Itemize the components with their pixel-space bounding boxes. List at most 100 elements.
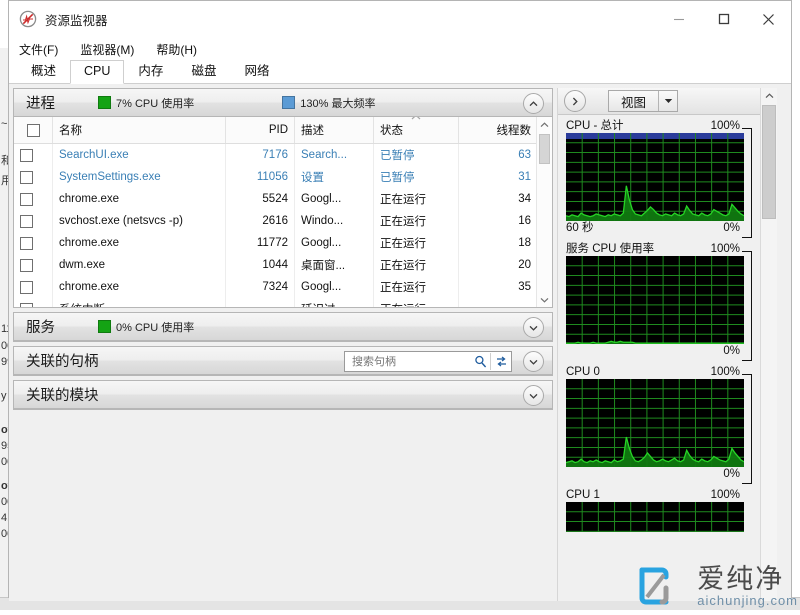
magnifier-icon[interactable] (470, 353, 490, 370)
max-frequency-legend-label: 130% 最大频率 (300, 97, 376, 110)
close-button[interactable] (746, 1, 791, 37)
handles-header[interactable]: 关联的句柄 (14, 347, 552, 375)
background-text-fragment: ~ (1, 118, 8, 130)
table-row[interactable]: dwm.exe 1044 桌面窗... 正在运行 20 0 0.35 (14, 254, 552, 276)
graph-column: 视图 CPU - 总计 100% 60 秒 0% 服务 CPU 使用率 100%… (557, 88, 760, 601)
scrollbar-thumb[interactable] (539, 134, 550, 164)
tab-cpu[interactable]: CPU (70, 60, 125, 84)
cell-pid: 5524 (225, 188, 295, 210)
cell-description: 延迟过... (294, 298, 374, 307)
maximize-button[interactable] (701, 1, 746, 37)
cell-state: 正在运行 (373, 254, 459, 276)
cell-threads: 31 (458, 166, 538, 188)
services-panel: 服务 0% CPU 使用率 (13, 312, 553, 342)
column-header-state[interactable]: 状态 (373, 117, 459, 144)
row-checkbox[interactable] (20, 170, 33, 184)
window-title: 资源监视器 (45, 13, 108, 28)
graph-cpu-1-plot (566, 502, 744, 532)
graph-cpu-total-footer: 60 秒 0% (566, 221, 756, 235)
row-checkbox[interactable] (20, 148, 33, 162)
row-checkbox[interactable] (20, 236, 33, 250)
processes-collapse-button[interactable] (523, 93, 544, 114)
select-all-checkbox[interactable] (26, 123, 40, 137)
column-header-threads[interactable]: 线程数 (458, 117, 538, 144)
search-input[interactable] (350, 354, 470, 369)
graph-cpu-total-labels: CPU - 总计 100% (566, 119, 756, 133)
scroll-up-icon[interactable] (537, 117, 552, 132)
cell-description: 桌面窗... (294, 254, 374, 276)
tab-bar: 概述 CPU 内存 磁盘 网络 (9, 60, 791, 84)
tab-network[interactable]: 网络 (230, 60, 283, 83)
view-dropdown-button[interactable]: 视图 (608, 90, 679, 112)
graph-services-cpu-plot (566, 256, 744, 344)
chevron-right-icon[interactable] (564, 90, 586, 112)
graph-services-cpu: 服务 CPU 使用率 100% 0% (566, 242, 756, 361)
minimize-button[interactable] (656, 1, 701, 37)
menu-monitor[interactable]: 监视器(M) (80, 41, 134, 58)
table-row[interactable]: chrome.exe 11772 Googl... 正在运行 18 0 0.42 (14, 232, 552, 254)
processes-header[interactable]: 进程 7% CPU 使用率 130% 最大频率 (14, 89, 552, 117)
cell-description: 设置 (294, 166, 374, 188)
column-header-pid[interactable]: PID (225, 117, 295, 144)
select-all-header[interactable] (14, 117, 53, 144)
cell-name: 系统中断 (52, 298, 226, 307)
cell-description: Windo... (294, 210, 374, 232)
handles-panel: 关联的句柄 (13, 346, 553, 376)
axis-brace (742, 251, 752, 361)
axis-brace (742, 128, 752, 238)
graph-cpu-1-title: CPU 1 (566, 489, 600, 501)
services-header[interactable]: 服务 0% CPU 使用率 (14, 313, 552, 341)
blue-swatch-icon (282, 96, 296, 109)
graph-cpu-1-ymax: 100% (710, 489, 740, 501)
modules-expand-button[interactable] (523, 385, 544, 406)
row-checkbox[interactable] (20, 192, 33, 206)
menu-bar: 文件(F) 监视器(M) 帮助(H) (9, 38, 791, 60)
scroll-down-icon[interactable] (537, 292, 552, 307)
table-row[interactable]: chrome.exe 7324 Googl... 正在运行 35 0 0.35 (14, 276, 552, 298)
cell-name: SystemSettings.exe (52, 166, 226, 188)
processes-table-area: 名称 PID 描述 状态 线程数 CPU (14, 117, 552, 307)
graph-cpu-0: CPU 0 100% 0% (566, 365, 756, 484)
graph-cpu-0-ymin: 0% (723, 468, 740, 480)
graph-cpu-total-ymax: 100% (710, 120, 740, 132)
caret-down-icon[interactable] (658, 91, 677, 111)
row-checkbox[interactable] (20, 214, 33, 228)
column-header-name[interactable]: 名称 (52, 117, 226, 144)
graph-services-cpu-ymax: 100% (710, 243, 740, 255)
title-bar[interactable]: 资源监视器 (9, 1, 791, 38)
table-row[interactable]: 系统中断 - 延迟过... 正在运行 - 0 0.26 (14, 298, 552, 307)
graph-cpu-total-ymin: 0% (723, 222, 740, 234)
cell-name: chrome.exe (52, 232, 226, 254)
tab-overview[interactable]: 概述 (17, 60, 70, 83)
refresh-icon[interactable] (490, 353, 511, 370)
table-row[interactable]: chrome.exe 5524 Googl... 正在运行 34 1 0.75 (14, 188, 552, 210)
modules-header[interactable]: 关联的模块 (14, 381, 552, 409)
processes-panel: 进程 7% CPU 使用率 130% 最大频率 名称 PID 描述 状态 线程数… (13, 88, 553, 308)
menu-help[interactable]: 帮助(H) (156, 41, 197, 58)
row-checkbox[interactable] (20, 258, 33, 272)
tab-memory[interactable]: 内存 (124, 60, 177, 83)
services-expand-button[interactable] (523, 317, 544, 338)
resource-monitor-icon (19, 10, 37, 28)
menu-file[interactable]: 文件(F) (19, 41, 58, 58)
graph-services-cpu-footer: 0% (566, 344, 756, 358)
cell-description: Googl... (294, 276, 374, 298)
sort-ascending-icon (411, 117, 422, 122)
processes-vertical-scrollbar[interactable] (536, 117, 552, 307)
row-checkbox[interactable] (20, 302, 33, 307)
column-header-description[interactable]: 描述 (294, 117, 374, 144)
scroll-up-icon[interactable] (761, 88, 777, 104)
row-checkbox[interactable] (20, 280, 33, 294)
tab-disk[interactable]: 磁盘 (177, 60, 230, 83)
graph-pane-scrollbar[interactable] (760, 88, 777, 601)
table-row[interactable]: SystemSettings.exe 11056 设置 已暂停 31 0 0.0… (14, 166, 552, 188)
services-title: 服务 (26, 320, 55, 336)
cell-pid: 11772 (225, 232, 295, 254)
table-row[interactable]: svchost.exe (netsvcs -p) 2616 Windo... 正… (14, 210, 552, 232)
cell-threads: 35 (458, 276, 538, 298)
table-row[interactable]: SearchUI.exe 7176 Search... 已暂停 63 0 0.0… (14, 143, 552, 166)
handles-expand-button[interactable] (523, 351, 544, 372)
scrollbar-thumb[interactable] (762, 105, 776, 219)
cell-name: dwm.exe (52, 254, 226, 276)
handle-search-box[interactable] (344, 351, 512, 372)
